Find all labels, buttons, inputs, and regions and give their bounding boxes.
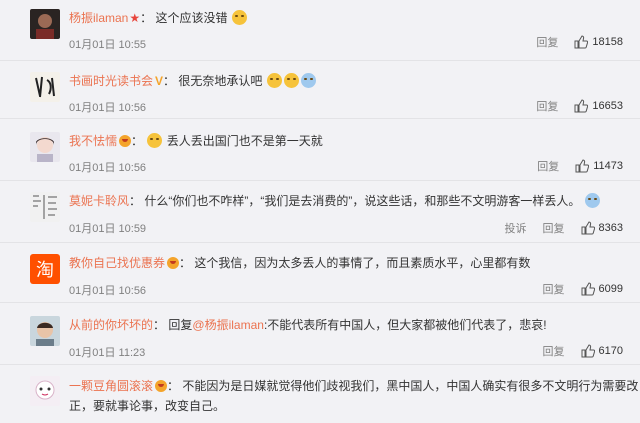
avatar[interactable] xyxy=(30,9,60,39)
like-count: 8363 xyxy=(598,222,623,234)
star-icon: ★ xyxy=(129,11,141,25)
comment-list: 杨振ilaman★： 这个应该没错 01月01日 10:55 回复 18158 … xyxy=(0,0,640,423)
username-link[interactable]: 书画时光读书会 xyxy=(69,74,153,88)
like-count: 6170 xyxy=(598,345,623,357)
like-count: 6099 xyxy=(598,283,623,295)
username-link[interactable]: 我不怯懦 xyxy=(69,134,117,148)
like-button[interactable]: 18158 xyxy=(574,35,623,49)
thumbs-up-icon xyxy=(581,344,595,358)
like-count: 16653 xyxy=(592,100,623,112)
sleepy-emoji-icon xyxy=(283,73,299,88)
like-button[interactable]: 6170 xyxy=(581,344,623,358)
thumbs-up-icon xyxy=(574,99,589,113)
comment-text: 这个应该没错 xyxy=(155,11,228,25)
mention-link[interactable]: @杨振ilaman xyxy=(192,318,264,332)
reply-button[interactable]: 回复 xyxy=(543,281,565,297)
vip-badge-icon xyxy=(167,257,180,269)
timestamp: 01月01日 10:56 xyxy=(69,162,147,174)
verified-icon: V xyxy=(155,74,164,88)
timestamp: 01月01日 10:55 xyxy=(69,39,147,51)
reply-prefix: 回复 xyxy=(168,318,193,332)
smirk-emoji-icon xyxy=(147,133,163,148)
list-item: 淘 教你自己找优惠券： 这个我信，因为太多丢人的事情了，而且素质水平，心里都有数… xyxy=(0,242,640,303)
list-item: 一颗豆角圆滚滚： 不能因为是日媒就觉得他们歧视我们，黑中国人，中国人确实有很多不… xyxy=(0,364,640,423)
thumbs-up-icon xyxy=(581,282,595,296)
like-button[interactable]: 16653 xyxy=(574,99,623,113)
thumbs-up-icon xyxy=(581,221,595,235)
comment-text: 这个我信，因为太多丢人的事情了，而且素质水平，心里都有数 xyxy=(194,256,531,270)
comment-text: :不能代表所有中国人，但大家都被他们代表了，悲哀! xyxy=(263,318,547,332)
username-link[interactable]: 一颗豆角圆滚滚 xyxy=(69,379,153,393)
reply-button[interactable]: 回复 xyxy=(537,158,559,174)
comment-text: 丢人丢出国门也不是第一天就 xyxy=(166,134,323,148)
thumbs-up-icon xyxy=(575,159,590,173)
avatar[interactable] xyxy=(30,72,60,102)
timestamp: 01月01日 11:23 xyxy=(69,347,146,359)
list-item: 书画时光读书会 V： 很无奈地承认吧 01月01日 10:56 回复 16653 xyxy=(0,60,640,119)
like-button[interactable]: 6099 xyxy=(581,282,623,296)
like-button[interactable]: 8363 xyxy=(581,221,623,235)
avatar[interactable]: 淘 xyxy=(30,254,60,284)
timestamp: 01月01日 10:56 xyxy=(69,285,147,297)
like-button[interactable]: 11473 xyxy=(575,159,623,173)
like-count: 11473 xyxy=(593,160,623,172)
report-button[interactable]: 投诉 xyxy=(505,220,527,236)
username-link[interactable]: 莫妮卡聆风 xyxy=(69,194,129,208)
vip-badge-icon xyxy=(155,380,168,392)
avatar[interactable] xyxy=(30,376,60,406)
comment-text: 什么“你们也不咋样”，“我们是去消费的”，说这些话，和那些不文明游客一样丢人。 xyxy=(144,194,581,208)
avatar[interactable] xyxy=(30,132,60,162)
reply-button[interactable]: 回复 xyxy=(543,220,565,236)
comment-text-continued: 正，要就事论事，改变自己。 xyxy=(69,399,226,413)
tears-emoji-icon xyxy=(300,73,316,88)
avatar[interactable] xyxy=(30,192,60,222)
sleepy-emoji-icon xyxy=(266,73,282,88)
sweat-emoji-icon xyxy=(584,193,600,208)
username-link[interactable]: 从前的你坏坏的 xyxy=(69,318,153,332)
comment-text: 很无奈地承认吧 xyxy=(178,74,263,88)
list-item: 从前的你坏坏的： 回复@杨振ilaman:不能代表所有中国人，但大家都被他们代表… xyxy=(0,302,640,365)
avatar[interactable] xyxy=(30,316,60,346)
like-count: 18158 xyxy=(592,36,623,48)
timestamp: 01月01日 10:56 xyxy=(69,102,147,114)
comment-text: 不能因为是日媒就觉得他们歧视我们，黑中国人，中国人确实有很多不文明行为需要改 xyxy=(182,379,639,393)
reply-button[interactable]: 回复 xyxy=(543,343,565,359)
list-item: 莫妮卡聆风： 什么“你们也不咋样”，“我们是去消费的”，说这些话，和那些不文明游… xyxy=(0,180,640,243)
smiley-emoji-icon xyxy=(231,10,247,25)
list-item: 我不怯懦： 丢人丢出国门也不是第一天就 01月01日 10:56 回复 1147… xyxy=(0,118,640,181)
timestamp: 01月01日 10:59 xyxy=(69,223,147,235)
svg-text:淘: 淘 xyxy=(36,260,54,281)
username-link[interactable]: 教你自己找优惠券 xyxy=(69,256,165,270)
list-item: 杨振ilaman★： 这个应该没错 01月01日 10:55 回复 18158 xyxy=(0,0,640,61)
vip-badge-icon xyxy=(119,135,132,147)
thumbs-up-icon xyxy=(574,35,589,49)
username-link[interactable]: 杨振ilaman xyxy=(69,11,128,25)
reply-button[interactable]: 回复 xyxy=(536,98,558,114)
reply-button[interactable]: 回复 xyxy=(536,34,558,50)
